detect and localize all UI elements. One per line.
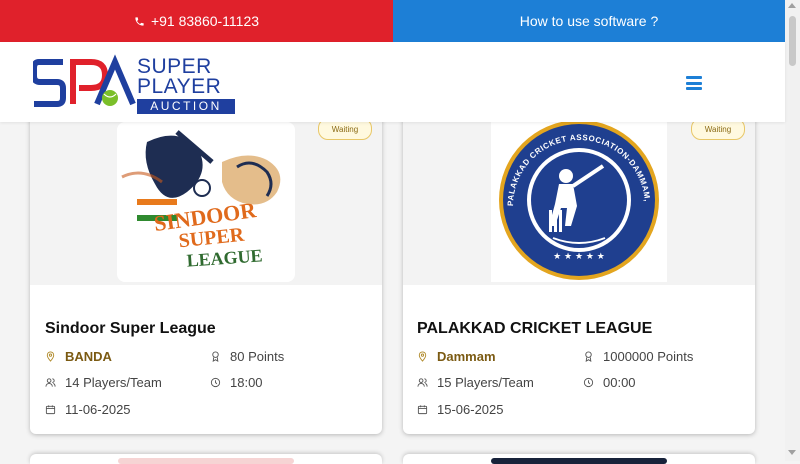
time-info: 00:00 xyxy=(583,375,636,390)
location-pin-icon xyxy=(46,351,55,362)
points-icon xyxy=(212,351,219,362)
tournament-card[interactable]: PALAKKAD CRICKET ASSOCIATION-DAMMAM, SAU… xyxy=(403,92,755,434)
date-info: 11-06-2025 xyxy=(45,402,131,417)
location-pin-icon xyxy=(418,351,427,362)
tournament-card-next[interactable] xyxy=(30,454,382,464)
points-info: 1000000 Points xyxy=(583,349,693,364)
card-body: PALAKKAD CRICKET LEAGUE xyxy=(417,320,745,348)
help-link[interactable]: How to use software ? xyxy=(393,0,785,42)
points-text: 80 Points xyxy=(230,349,285,364)
logo-line-2: PLAYER xyxy=(137,75,222,98)
time-text: 18:00 xyxy=(230,375,263,390)
location-text: BANDA xyxy=(65,349,112,364)
svg-text:★ ★ ★ ★ ★: ★ ★ ★ ★ ★ xyxy=(553,252,605,262)
calendar-icon xyxy=(45,405,56,415)
date-text: 11-06-2025 xyxy=(65,402,131,417)
logo-line-3: AUCTION xyxy=(137,99,235,114)
tournament-title[interactable]: PALAKKAD CRICKET LEAGUE xyxy=(417,320,745,338)
players-info: 15 Players/Team xyxy=(417,375,534,390)
points-text: 1000000 Points xyxy=(603,349,694,364)
clock-icon xyxy=(583,377,594,388)
location-text: Dammam xyxy=(437,349,496,364)
scrollbar-thumb[interactable] xyxy=(789,16,796,66)
tournament-card-next[interactable] xyxy=(403,454,755,464)
tournament-card[interactable]: SINDOOR SUPER LEAGUE Waiting Sindoor Sup… xyxy=(30,92,382,434)
spa-logo-mark xyxy=(33,54,136,107)
time-info: 18:00 xyxy=(210,375,263,390)
date-text: 15-06-2025 xyxy=(437,402,504,417)
page-scrollbar[interactable] xyxy=(785,0,800,461)
palakkad-association-seal: PALAKKAD CRICKET ASSOCIATION-DAMMAM, SAU… xyxy=(491,118,667,282)
points-icon xyxy=(585,351,592,362)
hamburger-menu-icon[interactable] xyxy=(686,76,702,90)
location-info: Dammam xyxy=(417,349,496,364)
scroll-up-icon[interactable] xyxy=(788,3,796,8)
points-info: 80 Points xyxy=(210,349,284,364)
logo-wordmark: SUPER PLAYER AUCTION xyxy=(137,56,235,114)
date-info: 15-06-2025 xyxy=(417,402,504,417)
location-info: BANDA xyxy=(45,349,112,364)
card-body: Sindoor Super League xyxy=(45,320,372,348)
top-bar: +91 83860-11123 How to use software ? xyxy=(0,0,785,42)
site-header: SUPER PLAYER AUCTION xyxy=(0,42,785,122)
phone-icon xyxy=(135,16,144,26)
players-text: 14 Players/Team xyxy=(65,375,162,390)
phone-number[interactable]: +91 83860-11123 xyxy=(151,13,259,29)
clock-icon xyxy=(210,377,221,388)
calendar-icon xyxy=(417,405,428,415)
scroll-down-icon[interactable] xyxy=(788,450,796,455)
site-logo[interactable]: SUPER PLAYER AUCTION xyxy=(33,54,235,114)
sindoor-league-logo: SINDOOR SUPER LEAGUE xyxy=(117,122,295,282)
players-icon xyxy=(45,378,56,387)
players-text: 15 Players/Team xyxy=(437,375,534,390)
phone-contact[interactable]: +91 83860-11123 xyxy=(0,0,393,42)
players-icon xyxy=(417,378,428,387)
players-info: 14 Players/Team xyxy=(45,375,162,390)
time-text: 00:00 xyxy=(603,375,636,390)
logo-line-1: SUPER xyxy=(137,55,212,78)
tournament-title[interactable]: Sindoor Super League xyxy=(45,320,372,338)
